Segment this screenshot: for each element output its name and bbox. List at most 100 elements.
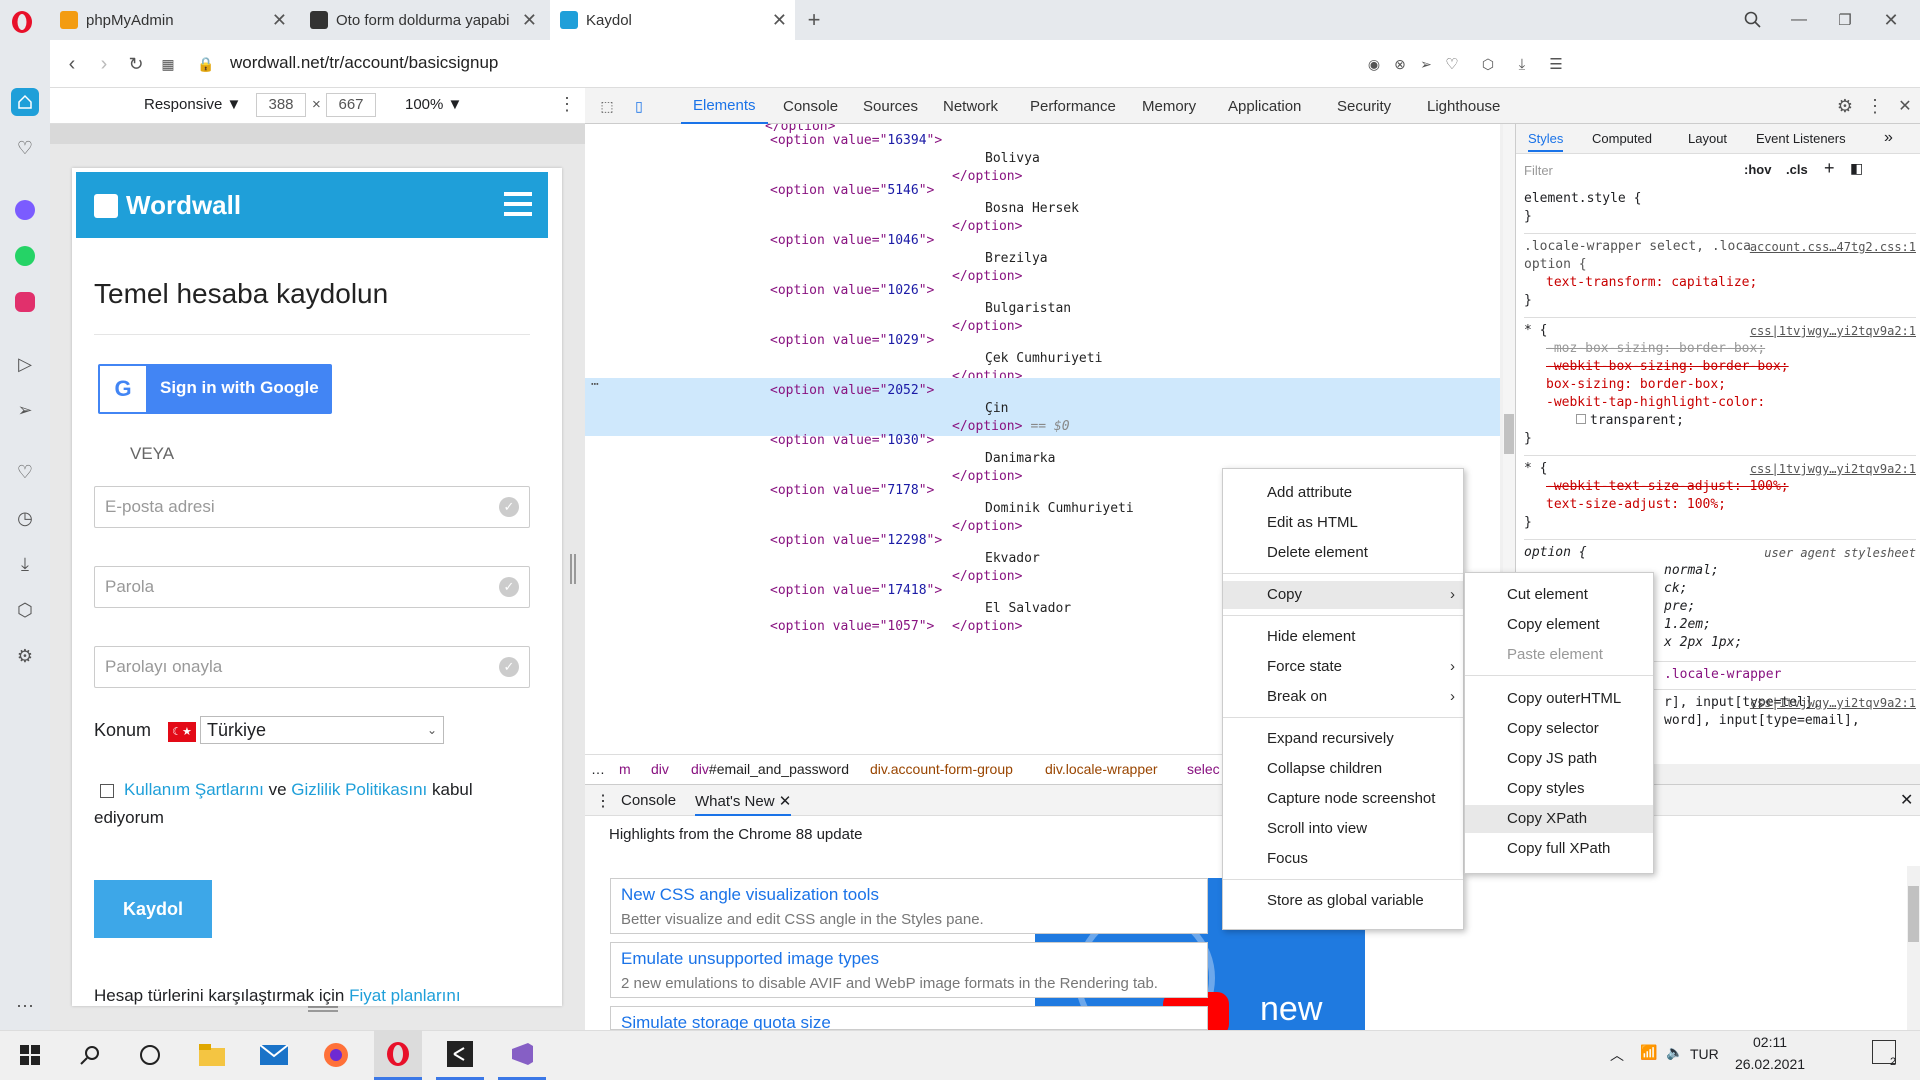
search-tabs-icon[interactable] xyxy=(1738,6,1768,34)
card-title[interactable]: Emulate unsupported image types xyxy=(621,949,879,969)
history-icon[interactable]: ◷ xyxy=(11,504,39,532)
whats-new-card[interactable]: Emulate unsupported image types 2 new emu… xyxy=(610,942,1208,998)
location-select[interactable]: Türkiye ⌄ xyxy=(200,716,444,744)
minimize-icon[interactable]: — xyxy=(1784,6,1814,34)
tab-phpmyadmin[interactable]: phpMyAdmin ✕ xyxy=(50,0,295,40)
resize-handle-bottom[interactable] xyxy=(308,1006,338,1012)
close-window-icon[interactable]: ✕ xyxy=(1876,6,1906,34)
option-open-tag[interactable]: <option value="16394"> xyxy=(770,132,942,150)
tab-memory[interactable]: Memory xyxy=(1142,88,1196,124)
crumb[interactable]: div#email_and_password xyxy=(691,761,849,777)
mail-icon[interactable] xyxy=(250,1030,298,1080)
source-link[interactable]: account.css…47tg2.css:1 xyxy=(1749,238,1916,256)
bookmarks-icon[interactable]: ♡ xyxy=(11,458,39,486)
downloads-icon[interactable]: ⤓ xyxy=(11,550,39,578)
submit-button[interactable]: Kaydol xyxy=(94,880,212,938)
menu-edit-as-html[interactable]: Edit as HTML xyxy=(1223,509,1463,537)
easy-setup-icon[interactable]: ☰ xyxy=(1544,52,1568,76)
css-property-overridden[interactable]: -webkit-text-size-adjust: 100%; xyxy=(1524,478,1916,496)
hov-toggle[interactable]: :hov xyxy=(1744,162,1771,177)
close-drawer-icon[interactable]: ✕ xyxy=(1900,790,1913,810)
tray-chevron-up-icon[interactable]: ︿ xyxy=(1610,1045,1624,1065)
menu-scroll-into-view[interactable]: Scroll into view xyxy=(1223,815,1463,843)
menu-paste-element[interactable]: Paste element xyxy=(1465,641,1653,669)
css-value[interactable]: transparent; xyxy=(1590,413,1684,428)
forward-icon[interactable]: › xyxy=(92,52,116,76)
drawer-scrollbar[interactable] xyxy=(1907,866,1920,1030)
drawer-menu-icon[interactable]: ⋮ xyxy=(595,791,611,811)
height-input[interactable]: 667 xyxy=(326,93,376,117)
menu-break-on[interactable]: Break on › xyxy=(1223,683,1463,711)
option-open-tag[interactable]: <option value="1026"> xyxy=(770,282,934,300)
element-style-rule[interactable]: element.style { xyxy=(1524,190,1916,208)
menu-copy-js-path[interactable]: Copy JS path xyxy=(1465,745,1653,773)
tab-lighthouse[interactable]: Lighthouse xyxy=(1427,88,1500,124)
menu-add-attribute[interactable]: Add attribute xyxy=(1223,479,1463,507)
resize-handle-right[interactable] xyxy=(570,554,576,584)
option-open-tag[interactable]: <option value="7178"> xyxy=(770,482,934,500)
option-text-node[interactable]: Çin xyxy=(985,400,1008,418)
reload-icon[interactable]: ↻ xyxy=(124,52,148,76)
menu-copy-xpath[interactable]: Copy XPath xyxy=(1465,805,1653,833)
send-icon[interactable]: ➢ xyxy=(1414,52,1438,76)
option-close-tag[interactable]: </option> xyxy=(952,618,1022,636)
tab-computed[interactable]: Computed xyxy=(1592,131,1652,146)
styles-filter-input[interactable]: Filter xyxy=(1524,160,1734,182)
more-options-icon[interactable]: ⋮ xyxy=(1865,96,1885,116)
option-close-tag[interactable]: </option> xyxy=(952,268,1022,286)
terms-checkbox[interactable] xyxy=(100,784,114,798)
restore-icon[interactable]: ❐ xyxy=(1830,6,1860,34)
crumb[interactable]: selec xyxy=(1187,761,1220,777)
source-link[interactable]: css|1tvjwgy…yi2tqv9a2:1 xyxy=(1750,322,1916,340)
whatsapp-icon[interactable] xyxy=(11,242,39,270)
option-open-tag[interactable]: <option value="1029"> xyxy=(770,332,934,350)
pricing-link[interactable]: Fiyat planlarını xyxy=(349,986,461,1005)
add-rule-icon[interactable]: + xyxy=(1824,158,1835,179)
confirm-password-field[interactable]: Parolayı onayla ✓ xyxy=(94,646,530,688)
scrollbar-thumb[interactable] xyxy=(1908,886,1919,942)
source-link[interactable]: css|1tvjwgy…yi2tqv9a2:1 xyxy=(1750,694,1916,712)
settings-gear-icon[interactable]: ⚙ xyxy=(11,642,39,670)
extensions-cube-icon[interactable]: ⬡ xyxy=(1476,52,1500,76)
close-devtools-icon[interactable]: ✕ xyxy=(1895,96,1915,116)
tab-oto-form[interactable]: Oto form doldurma yapabi ✕ xyxy=(300,0,545,40)
home-icon[interactable] xyxy=(11,88,39,116)
visual-studio-icon[interactable] xyxy=(498,1030,546,1080)
menu-copy-outerhtml[interactable]: Copy outerHTML xyxy=(1465,685,1653,713)
google-signin-button[interactable]: G Sign in with Google xyxy=(98,364,332,414)
crumb[interactable]: div.locale-wrapper xyxy=(1045,761,1158,777)
tab-styles[interactable]: Styles xyxy=(1528,131,1564,152)
option-text-node[interactable]: Çek Cumhuriyeti xyxy=(985,350,1102,368)
more-icon[interactable]: ⋯ xyxy=(11,992,39,1020)
css-property[interactable]: text-size-adjust: 100%; xyxy=(1524,496,1916,514)
css-property[interactable]: box-sizing: border-box; xyxy=(1524,376,1916,394)
whats-new-card[interactable]: New CSS angle visualization tools Better … xyxy=(610,878,1208,934)
drawer-tab-console[interactable]: Console xyxy=(621,792,676,809)
device-toggle-icon[interactable]: ▯ xyxy=(629,96,649,116)
option-close-tag[interactable]: </option> xyxy=(952,468,1022,486)
color-swatch-icon[interactable] xyxy=(1576,414,1586,424)
player-icon[interactable]: ▷ xyxy=(11,350,39,378)
network-wifi-icon[interactable]: 📶 xyxy=(1640,1044,1657,1061)
password-field[interactable]: Parola ✓ xyxy=(94,566,530,608)
card-title[interactable]: New CSS angle visualization tools xyxy=(621,885,879,905)
inspect-element-icon[interactable]: ⬚ xyxy=(597,96,617,116)
terms-link[interactable]: Kullanım Şartlarını xyxy=(124,780,264,799)
tab-kaydol[interactable]: Kaydol ✕ xyxy=(550,0,795,40)
menu-copy-selector[interactable]: Copy selector xyxy=(1465,715,1653,743)
menu-cut-element[interactable]: Cut element xyxy=(1465,581,1653,609)
opera-logo-icon[interactable] xyxy=(8,8,36,36)
option-text-node[interactable]: Bulgaristan xyxy=(985,300,1071,318)
unity-icon[interactable] xyxy=(436,1030,484,1080)
adblock-icon[interactable]: ⊗ xyxy=(1388,52,1412,76)
option-text-node[interactable]: Bolivya xyxy=(985,150,1040,168)
tab-sources[interactable]: Sources xyxy=(863,88,918,124)
download-icon[interactable]: ⤓ xyxy=(1510,52,1534,76)
width-input[interactable]: 388 xyxy=(256,93,306,117)
close-icon[interactable]: ✕ xyxy=(772,10,787,31)
menu-copy-styles[interactable]: Copy styles xyxy=(1465,775,1653,803)
more-tabs-icon[interactable]: » xyxy=(1884,129,1893,147)
option-open-tag[interactable]: <option value="12298"> xyxy=(770,532,942,550)
clock-date[interactable]: 26.02.2021 xyxy=(1730,1056,1810,1072)
windows-start-icon[interactable] xyxy=(6,1030,54,1080)
